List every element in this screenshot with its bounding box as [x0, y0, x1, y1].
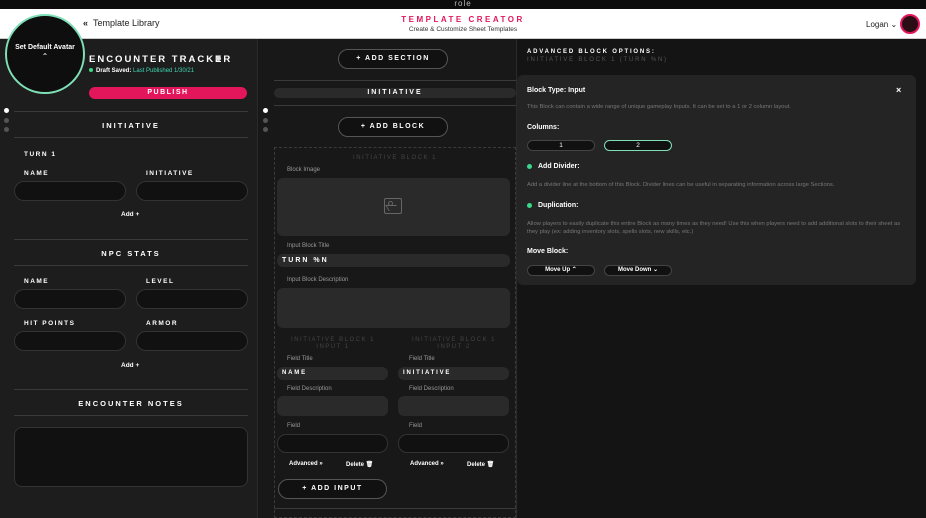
advanced-options-heading: ADVANCED BLOCK OPTIONS:: [527, 49, 656, 55]
avatar-label: Set Default Avatar: [15, 44, 75, 51]
section-nav-dot-2[interactable]: [4, 118, 9, 123]
avatar[interactable]: [900, 14, 920, 34]
field-description-input-1[interactable]: [277, 396, 388, 416]
field-preview-2[interactable]: [398, 434, 509, 453]
npc-name-label: NAME: [24, 278, 50, 285]
publish-button[interactable]: PUBLISH: [89, 87, 247, 99]
user-menu[interactable]: Logan ⌄: [866, 20, 897, 29]
section-npc-stats: NPC STATS: [101, 249, 161, 258]
advanced-options-panel: Block Type: Input × This Block can conta…: [517, 75, 916, 285]
column-2-button[interactable]: 2: [604, 140, 672, 151]
block-type-description: This Block can contain a wide range of u…: [527, 104, 791, 110]
add-section-button[interactable]: + ADD SECTION: [338, 49, 448, 69]
move-down-button[interactable]: Move Down ⌄: [604, 265, 672, 276]
toggle-on-icon: [527, 163, 532, 169]
input-1-ghost-label: INITIATIVE BLOCK 1 INPUT 1: [291, 337, 375, 350]
npc-level-field[interactable]: [136, 289, 248, 309]
advanced-button-2[interactable]: Advanced »: [410, 461, 444, 467]
field-description-label-1: Field Description: [287, 386, 332, 392]
block-ghost-label: INITIATIVE BLOCK 1: [353, 155, 437, 161]
divider: [14, 265, 248, 266]
field-label-2: Field: [409, 423, 423, 429]
section-encounter-notes: ENCOUNTER NOTES: [78, 399, 184, 408]
chevron-up-icon: ⌃: [41, 52, 49, 61]
section-nav-dot-3[interactable]: [4, 127, 9, 132]
input-block-description-field[interactable]: [277, 288, 510, 328]
block-image-label: Block Image: [287, 167, 321, 173]
input-block-title-value: TURN %N: [282, 257, 329, 264]
input-2-ghost-label: INITIATIVE BLOCK 1 INPUT 2: [412, 337, 496, 350]
brand-label: role: [454, 0, 472, 8]
more-icon[interactable]: [216, 56, 221, 61]
add-row-button[interactable]: Add +: [121, 362, 139, 369]
add-divider-description: Add a divider line at the bottom of this…: [527, 182, 835, 188]
hit-points-field[interactable]: [14, 331, 126, 351]
move-up-button[interactable]: Move Up ⌃: [527, 265, 595, 276]
divider: [14, 239, 248, 240]
field-description-input-2[interactable]: [398, 396, 509, 416]
npc-level-label: LEVEL: [146, 278, 175, 285]
input-block-title-label: Input Block Title: [287, 243, 330, 249]
field-title-value-2: INITIATIVE: [403, 370, 452, 376]
set-default-avatar-button[interactable]: Set Default Avatar ⌃: [5, 14, 85, 94]
advanced-options-subheading: INITIATIVE BLOCK 1 (TURN %N): [527, 57, 668, 63]
app-header: «Template Library TEMPLATE CREATOR Creat…: [0, 9, 926, 39]
input-block-description-label: Input Block Description: [287, 277, 349, 283]
divider: [14, 111, 248, 112]
field-label-1: Field: [287, 423, 301, 429]
field-title-value-1: NAME: [282, 370, 307, 376]
column-1-button[interactable]: 1: [527, 140, 595, 151]
add-block-button[interactable]: + ADD BLOCK: [338, 117, 448, 137]
status-dot-icon: [89, 68, 93, 73]
divider: [14, 137, 248, 138]
npc-name-field[interactable]: [14, 289, 126, 309]
published-date: Last Published 1/30/21: [133, 68, 195, 74]
block-nav-dot-3[interactable]: [263, 127, 268, 132]
toggle-on-icon: [527, 202, 532, 208]
hit-points-label: HIT POINTS: [24, 320, 76, 327]
turn-label: TURN 1: [24, 151, 57, 158]
advanced-button-1[interactable]: Advanced »: [289, 461, 323, 467]
section-initiative: INITIATIVE: [102, 121, 160, 130]
columns-label: Columns:: [527, 124, 560, 131]
section-nav-dot-1[interactable]: [4, 108, 9, 113]
divider: [274, 80, 516, 81]
duplication-toggle[interactable]: Duplication:: [527, 202, 578, 209]
divider: [274, 105, 516, 106]
armor-field[interactable]: [136, 331, 248, 351]
page-title: TEMPLATE CREATOR: [401, 15, 525, 24]
block-nav-dot-1[interactable]: [263, 108, 268, 113]
name-field[interactable]: [14, 181, 126, 201]
delete-button-1[interactable]: Delete 🗑: [346, 461, 373, 468]
name-label: NAME: [24, 170, 50, 177]
divider: [14, 415, 248, 416]
divider: [14, 389, 248, 390]
add-input-button[interactable]: + ADD INPUT: [278, 479, 387, 499]
add-row-button[interactable]: Add +: [121, 211, 139, 218]
page-subtitle: Create & Customize Sheet Templates: [408, 26, 518, 33]
block-nav-dot-2[interactable]: [263, 118, 268, 123]
divider: [274, 508, 516, 509]
armor-label: ARMOR: [146, 320, 179, 327]
chevron-down-icon: ⌄: [890, 20, 898, 29]
add-divider-toggle[interactable]: Add Divider:: [527, 163, 580, 170]
image-icon: [384, 198, 402, 214]
block-type-label: Block Type: Input: [527, 87, 586, 94]
initiative-label: INITIATIVE: [146, 170, 194, 177]
field-title-label-1: Field Title: [287, 356, 313, 362]
section-initiative-bar[interactable]: INITIATIVE: [274, 88, 516, 98]
sheet-title: ENCOUNTER TRACKER: [89, 54, 233, 65]
field-title-label-2: Field Title: [409, 356, 435, 362]
encounter-notes-field[interactable]: [14, 427, 248, 487]
close-icon[interactable]: ×: [896, 85, 901, 95]
initiative-field[interactable]: [136, 181, 248, 201]
top-strip: role: [0, 0, 926, 9]
draft-status: Draft Saved: Last Published 1/30/21: [89, 68, 194, 74]
field-preview-1[interactable]: [277, 434, 388, 453]
field-description-label-2: Field Description: [409, 386, 454, 392]
duplication-description: Allow players to easily duplicate this e…: [527, 221, 901, 235]
move-block-label: Move Block:: [527, 248, 569, 255]
delete-button-2[interactable]: Delete 🗑: [467, 461, 494, 468]
